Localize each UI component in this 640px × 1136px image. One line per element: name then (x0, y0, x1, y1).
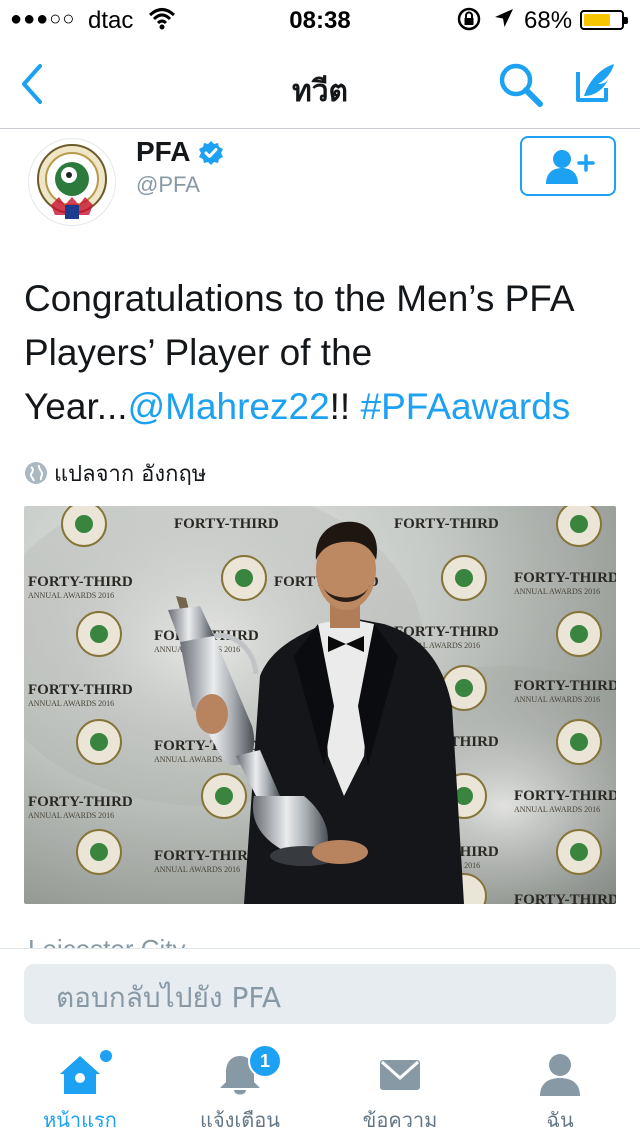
search-icon[interactable] (496, 60, 546, 115)
tweet-text-tail: !! (329, 386, 361, 427)
tab-messages-label: ข้อความ (362, 1108, 438, 1132)
account-handle[interactable]: @PFA (136, 172, 200, 198)
status-bar: ●●●○○ dtac 08:38 68% (0, 0, 640, 40)
location-arrow-icon (492, 6, 516, 37)
tab-bar: หน้าแรก 1 แจ้งเตือน ข้อความ ฉัน (0, 1040, 640, 1136)
add-user-icon (546, 150, 595, 184)
verified-badge-icon (198, 140, 224, 171)
tab-notifications[interactable]: 1 แจ้งเตือน (160, 1040, 320, 1136)
reply-input[interactable]: ตอบกลับไปยัง PFA (24, 964, 616, 1024)
tab-home[interactable]: หน้าแรก (0, 1040, 160, 1136)
translate-link[interactable]: แปลจาก อังกฤษ (24, 456, 206, 491)
compose-tweet-icon[interactable] (570, 58, 620, 113)
translate-label: แปลจาก อังกฤษ (54, 462, 207, 487)
tweet-photo[interactable]: FORTY-THIRD FORTY-THIRD FORTY-THIRD FORT… (24, 506, 616, 904)
follow-button[interactable] (520, 136, 616, 196)
mention-link[interactable]: @Mahrez22 (128, 386, 330, 427)
reply-placeholder: ตอบกลับไปยัง PFA (56, 981, 282, 1014)
tab-messages[interactable]: ข้อความ (320, 1040, 480, 1136)
photo-illustration: FORTY-THIRD FORTY-THIRD FORTY-THIRD FORT… (24, 506, 616, 904)
battery-percent: 68% (524, 7, 573, 34)
new-content-dot (100, 1050, 112, 1062)
pfa-logo-icon (37, 144, 107, 219)
tab-me[interactable]: ฉัน (480, 1040, 640, 1136)
envelope-icon (380, 1060, 420, 1090)
tab-me-label: ฉัน (546, 1108, 574, 1132)
tweet-text: Congratulations to the Men’s PFA Players… (24, 272, 620, 434)
avatar[interactable] (28, 138, 116, 226)
navigation-bar: ทวีต (0, 40, 640, 129)
globe-icon (25, 462, 47, 484)
tab-notifications-label: แจ้งเตือน (200, 1108, 280, 1132)
hashtag-link[interactable]: #PFAawards (361, 386, 571, 427)
notification-count-badge: 1 (248, 1044, 282, 1078)
tab-home-label: หน้าแรก (43, 1108, 117, 1132)
rotation-lock-icon (456, 6, 482, 39)
person-icon (540, 1054, 580, 1096)
account-name[interactable]: PFA (136, 136, 190, 168)
home-icon (60, 1056, 100, 1094)
battery-icon (580, 10, 628, 30)
